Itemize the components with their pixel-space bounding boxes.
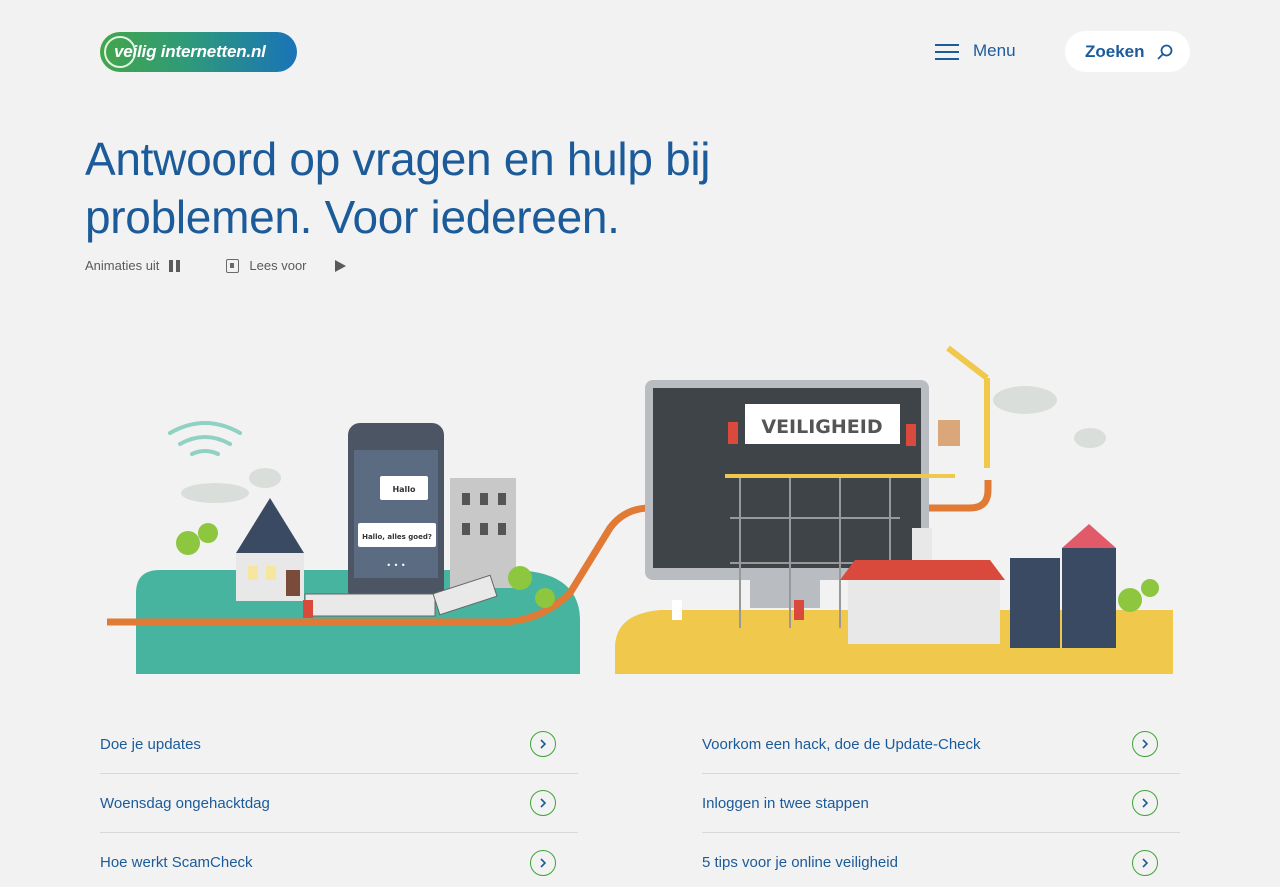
svg-text:• • •: • • • bbox=[386, 561, 405, 570]
menu-button[interactable]: Menu bbox=[935, 38, 1016, 64]
hamburger-icon bbox=[935, 41, 959, 61]
play-icon bbox=[334, 259, 346, 272]
site-logo[interactable]: veilig internetten.nl bbox=[100, 32, 297, 72]
chevron-right-icon bbox=[1132, 731, 1158, 757]
animations-toggle[interactable]: Animaties uit bbox=[85, 258, 181, 273]
link-label: Inloggen in twee stappen bbox=[702, 794, 869, 812]
clouds bbox=[181, 386, 1106, 503]
menu-label: Menu bbox=[973, 41, 1016, 60]
read-aloud-icon bbox=[226, 258, 240, 273]
read-aloud-label: Lees voor bbox=[249, 258, 307, 273]
house-left bbox=[236, 498, 304, 601]
quick-links: Doe je updates Voorkom een hack, doe de … bbox=[100, 715, 1180, 887]
link-item[interactable]: Doe je updates bbox=[100, 715, 578, 774]
search-label: Zoeken bbox=[1085, 41, 1145, 61]
search-button[interactable]: Zoeken bbox=[1065, 31, 1190, 72]
link-label: Woensdag ongehacktdag bbox=[100, 794, 270, 812]
accessibility-toolbar: Animaties uit Lees voor bbox=[85, 258, 346, 273]
read-aloud-button[interactable]: Lees voor bbox=[180, 258, 346, 273]
page-title-line-2: problemen. Voor iedereen. bbox=[85, 191, 620, 243]
logo-text: veilig internetten.nl bbox=[114, 42, 266, 61]
wifi-icon bbox=[168, 421, 242, 456]
pause-icon bbox=[169, 259, 181, 272]
page-title: Antwoord op vragen en hulp bij problemen… bbox=[85, 130, 785, 246]
link-item[interactable]: Inloggen in twee stappen bbox=[702, 774, 1180, 833]
link-item[interactable]: 5 tips voor je online veiligheid bbox=[702, 833, 1180, 887]
link-label: Doe je updates bbox=[100, 735, 201, 753]
chevron-right-icon bbox=[1132, 849, 1158, 876]
chevron-right-icon bbox=[530, 790, 556, 816]
link-label: Hoe werkt ScamCheck bbox=[100, 854, 253, 871]
chevron-right-icon bbox=[1132, 790, 1158, 816]
canal-houses bbox=[1010, 524, 1116, 648]
search-icon bbox=[1157, 44, 1172, 59]
chevron-right-icon bbox=[530, 849, 556, 876]
page-title-line-1: Antwoord op vragen en hulp bij bbox=[85, 133, 711, 185]
svg-text:Hallo, alles goed?: Hallo, alles goed? bbox=[362, 533, 432, 541]
crane bbox=[946, 345, 990, 468]
link-label: 5 tips voor je online veiligheid bbox=[702, 854, 898, 871]
link-item[interactable]: Hoe werkt ScamCheck bbox=[100, 833, 578, 887]
link-label: Voorkom een hack, doe de Update-Check bbox=[702, 735, 981, 753]
animations-label: Animaties uit bbox=[85, 258, 160, 273]
svg-text:Hallo: Hallo bbox=[392, 485, 416, 494]
chevron-right-icon bbox=[530, 731, 556, 757]
phone: Hallo Hallo, alles goed? • • • bbox=[348, 423, 444, 603]
link-item[interactable]: Voorkom een hack, doe de Update-Check bbox=[702, 715, 1180, 774]
hero-illustration: Hallo Hallo, alles goed? • • • VEILIGHEI… bbox=[107, 345, 1173, 674]
svg-text:VEILIGHEID: VEILIGHEID bbox=[761, 416, 882, 438]
link-item[interactable]: Woensdag ongehacktdag bbox=[100, 774, 578, 833]
